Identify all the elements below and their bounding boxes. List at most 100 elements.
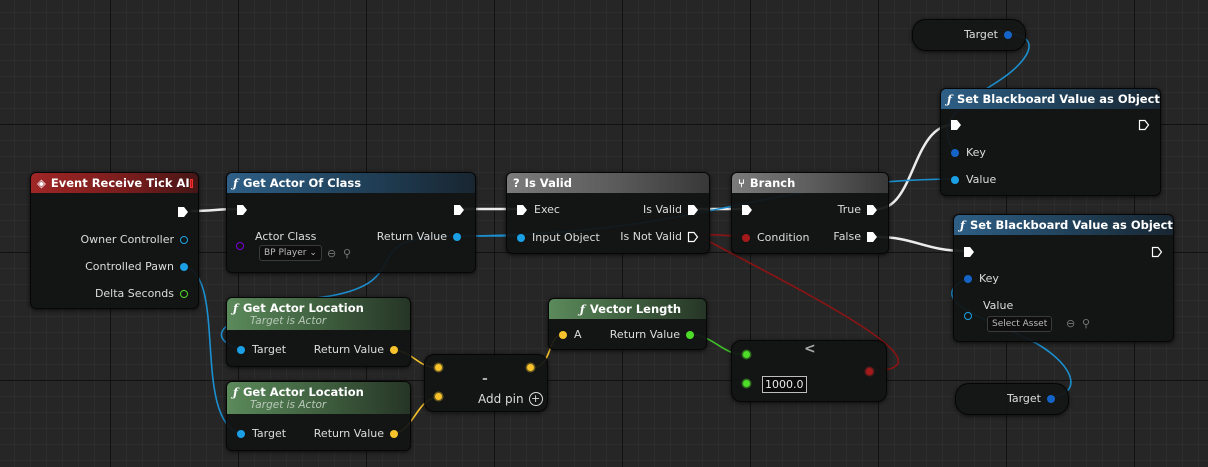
node-header[interactable]: ◈ Event Receive Tick AI — [31, 173, 198, 193]
object-pin[interactable] — [453, 232, 461, 241]
float-pin[interactable] — [180, 289, 188, 298]
exec-out-pin[interactable] — [687, 204, 699, 216]
chevron-down-icon: ⌄ — [309, 248, 317, 258]
object-pin[interactable] — [951, 175, 959, 184]
pin-label: Key — [966, 146, 986, 159]
pin-label: Exec — [534, 203, 560, 216]
pin-label: False — [833, 230, 861, 243]
function-f-icon: ƒ — [233, 301, 238, 315]
class-pin[interactable] — [236, 242, 244, 250]
function-f-icon: ƒ — [233, 176, 238, 190]
node-header[interactable]: ƒ Get Actor Of Class — [227, 173, 475, 193]
is-valid-node[interactable]: ? Is Valid Exec Is Valid Input Object Is… — [506, 172, 710, 254]
node-title: Event Receive Tick AI — [50, 176, 190, 190]
object-pin[interactable] — [964, 312, 972, 320]
function-f-icon: ƒ — [233, 385, 238, 399]
get-actor-location-node-1[interactable]: ƒ Get Actor Location Target is Actor Tar… — [226, 297, 411, 367]
node-header[interactable]: ƒ Vector Length — [549, 299, 706, 319]
event-diamond-icon: ◈ — [37, 176, 46, 190]
node-header[interactable]: ? Is Valid — [507, 173, 709, 193]
exec-in-pin[interactable] — [950, 119, 962, 131]
object-pin[interactable] — [180, 235, 188, 244]
struct-pin[interactable] — [964, 274, 972, 283]
exec-in-pin[interactable] — [963, 246, 975, 258]
target-row: Target — [237, 343, 286, 356]
target-var-row: Target — [1007, 392, 1055, 405]
object-pin[interactable] — [237, 345, 245, 354]
pin-label: Actor Class — [255, 230, 317, 243]
pin-label: Target — [252, 427, 287, 440]
actor-class-combo[interactable]: BP Player ⌄ — [259, 245, 322, 261]
object-pin[interactable] — [517, 233, 525, 242]
variable-label: Target — [963, 28, 998, 41]
struct-pin[interactable] — [1004, 30, 1012, 39]
false-out-row: False — [833, 230, 878, 243]
exec-in-pin[interactable] — [236, 204, 248, 216]
target-row: Target — [237, 427, 286, 440]
return-value-row: Return Value — [610, 328, 694, 341]
node-subtitle: Target is Actor — [250, 315, 327, 327]
browse-search-icon[interactable]: ⚲ — [1082, 317, 1090, 330]
event-receive-tick-ai-node[interactable]: ◈ Event Receive Tick AI Owner Controller… — [30, 172, 199, 309]
vector-pin[interactable] — [435, 364, 442, 371]
exec-out-pin[interactable] — [1151, 246, 1163, 258]
exec-in-row: Exec — [516, 203, 560, 216]
node-title: Get Actor Location — [242, 301, 364, 315]
float-pin[interactable] — [743, 351, 750, 358]
node-title: Branch — [749, 176, 796, 190]
target-variable-node-2[interactable]: Target — [955, 383, 1069, 415]
compare-value-input[interactable]: 1000.0 — [762, 376, 807, 393]
vector-subtract-node[interactable]: - Add pin + — [424, 354, 548, 412]
subtract-symbol: - — [482, 371, 488, 387]
exec-out-pin[interactable] — [453, 204, 465, 216]
exec-out-pin[interactable] — [1138, 119, 1150, 131]
node-header[interactable]: ƒ Get Actor Location Target is Actor — [227, 298, 410, 330]
exec-out-pin[interactable] — [687, 231, 699, 243]
vector-pin[interactable] — [390, 429, 398, 438]
float-pin[interactable] — [686, 330, 694, 339]
select-asset-combo[interactable]: Select Asset — [987, 316, 1053, 332]
pin-label: Delta Seconds — [94, 287, 174, 300]
plus-circle-icon: + — [528, 392, 543, 406]
pin-label: Key — [979, 272, 999, 285]
pin-label: Return Value — [609, 328, 680, 341]
add-pin-label: Add pin — [478, 392, 524, 406]
vector-pin[interactable] — [527, 364, 534, 371]
branch-icon: ⑂ — [738, 176, 745, 190]
bool-pin[interactable] — [866, 368, 873, 375]
browse-search-icon[interactable]: ⚲ — [343, 247, 351, 260]
less-than-node[interactable]: < 1000.0 — [731, 340, 887, 402]
exec-in-pin[interactable] — [741, 204, 753, 216]
target-variable-node-1[interactable]: Target — [912, 19, 1026, 51]
vector-pin[interactable] — [390, 345, 398, 354]
vector-pin[interactable] — [559, 330, 567, 339]
exec-in-pin[interactable] — [516, 204, 528, 216]
use-selected-icon[interactable]: ⊖ — [327, 247, 336, 260]
float-pin[interactable] — [743, 380, 750, 387]
node-header[interactable]: ƒ Get Actor Location Target is Actor — [227, 382, 410, 414]
delegate-pin-icon[interactable] — [189, 178, 193, 188]
node-title: Vector Length — [589, 302, 682, 316]
add-pin-button[interactable]: Add pin + — [478, 392, 543, 406]
object-pin[interactable] — [180, 262, 188, 271]
branch-node[interactable]: ⑂ Branch True Condition False — [731, 172, 889, 254]
set-blackboard-value-as-object-node-1[interactable]: ƒ Set Blackboard Value as Object Key Val… — [940, 88, 1161, 196]
node-header[interactable]: ⑂ Branch — [732, 173, 888, 193]
get-actor-location-node-2[interactable]: ƒ Get Actor Location Target is Actor Tar… — [226, 381, 411, 451]
exec-out-pin[interactable] — [866, 204, 878, 216]
bool-pin[interactable] — [742, 233, 750, 242]
pin-label: Return Value — [376, 230, 447, 243]
node-header[interactable]: ƒ Set Blackboard Value as Object — [954, 215, 1173, 235]
use-selected-icon[interactable]: ⊖ — [1066, 317, 1075, 330]
get-actor-of-class-node[interactable]: ƒ Get Actor Of Class Actor Class BP Play… — [226, 172, 476, 273]
set-blackboard-value-as-object-node-2[interactable]: ƒ Set Blackboard Value as Object Key Val… — [953, 214, 1174, 342]
struct-pin[interactable] — [951, 148, 959, 157]
exec-out-pin[interactable] — [177, 206, 189, 218]
struct-pin[interactable] — [1047, 394, 1055, 403]
vector-length-node[interactable]: ƒ Vector Length A Return Value — [548, 298, 707, 350]
node-header[interactable]: ƒ Set Blackboard Value as Object — [941, 89, 1160, 109]
node-title: Set Blackboard Value as Object — [969, 218, 1173, 232]
exec-out-pin[interactable] — [866, 231, 878, 243]
vector-pin[interactable] — [435, 393, 442, 400]
object-pin[interactable] — [237, 429, 245, 438]
